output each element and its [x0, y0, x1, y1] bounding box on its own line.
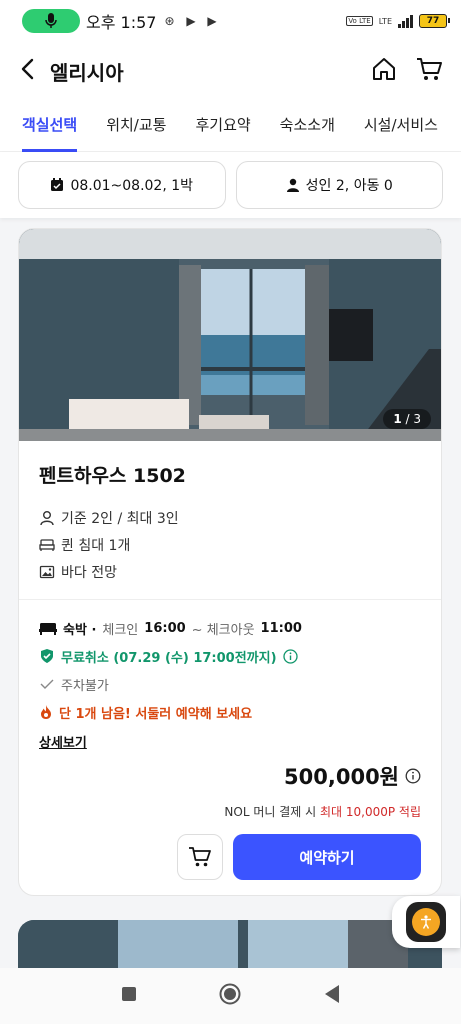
card-actions: 예약하기 — [39, 834, 421, 880]
home-nav-icon[interactable] — [218, 982, 242, 1010]
image-icon — [39, 565, 55, 578]
app-header: 엘리시아 — [0, 42, 461, 100]
battery-icon: 77 — [419, 14, 450, 28]
points-highlight: 최대 10,000P 적립 — [319, 805, 421, 819]
checkout-time: 11:00 — [260, 620, 302, 636]
fire-icon — [41, 705, 51, 719]
free-cancel-text: 무료취소 (07.29 (수) 17:00전까지) — [61, 650, 277, 666]
room-photo[interactable]: 1 / 3 — [19, 229, 441, 441]
points-prefix: NOL 머니 결제 시 — [224, 805, 317, 819]
feature-label: 퀸 침대 1개 — [61, 537, 131, 554]
parking-text: 주차불가 — [61, 678, 109, 694]
booking-section: 숙박 · 체크인 16:00 ~ 체크아웃 11:00 무료취소 (07.29 … — [19, 600, 441, 894]
tab-location[interactable]: 위치/교통 — [106, 100, 166, 152]
bed-icon — [39, 623, 57, 635]
cart-icon[interactable] — [415, 56, 443, 86]
checkout-label: ~ 체크아웃 — [191, 622, 255, 638]
urgency-line: 단 1개 남음! 서둘러 예약해 보세요 — [39, 698, 421, 726]
add-to-cart-button[interactable] — [177, 834, 223, 880]
volte-icon: Vo LTE — [346, 16, 373, 26]
notification-icons: ⊛ ▶ ▶ — [164, 14, 221, 28]
stay-type: 숙박 · — [63, 622, 97, 638]
status-time: 오후 1:57 — [86, 13, 157, 32]
check-icon — [40, 679, 54, 689]
urgency-text: 단 1개 남음! 서둘러 예약해 보세요 — [59, 706, 253, 722]
points-info: NOL 머니 결제 시 최대 10,000P 적립 — [39, 803, 421, 820]
tab-facilities[interactable]: 시설/서비스 — [364, 100, 438, 152]
lte-label: LTE — [378, 16, 392, 26]
info-icon[interactable] — [282, 648, 298, 664]
accessibility-button[interactable] — [392, 896, 460, 948]
date-filter-label: 08.01~08.02, 1박 — [70, 178, 194, 194]
tab-review-summary[interactable]: 후기요약 — [195, 100, 250, 152]
info-icon[interactable] — [405, 768, 421, 784]
checkin-label: 체크인 — [102, 622, 139, 638]
guest-filter-label: 성인 2, 아동 0 — [305, 178, 393, 194]
calendar-icon — [51, 178, 64, 191]
tab-room-select[interactable]: 객실선택 — [22, 100, 78, 152]
home-icon[interactable] — [371, 56, 397, 86]
feature-bed: 퀸 침대 1개 — [39, 531, 421, 558]
tab-property-intro[interactable]: 숙소소개 — [280, 100, 335, 152]
date-filter-button[interactable]: 08.01~08.02, 1박 — [18, 161, 226, 209]
room-info: 펜트하우스 1502 기준 2인 / 최대 3인 퀸 침대 1개 바다 전망 — [19, 441, 441, 600]
room-card: 1 / 3 펜트하우스 1502 기준 2인 / 최대 3인 퀸 침대 1개 바… — [18, 228, 442, 896]
recents-icon[interactable] — [121, 986, 137, 1006]
signal-icon — [398, 14, 413, 28]
system-nav-bar — [0, 968, 461, 1024]
price-row: 500,000원 — [39, 761, 421, 791]
search-filters: 08.01~08.02, 1박 성인 2, 아동 0 — [0, 152, 461, 218]
section-tabs: 객실선택 위치/교통 후기요약 숙소소개 시설/서비스 — [0, 100, 461, 152]
mic-icon — [22, 9, 80, 33]
status-bar: 오후 1:57 ⊛ ▶ ▶ Vo LTE LTE 77 — [0, 0, 461, 42]
person-icon — [286, 178, 299, 192]
feature-capacity: 기준 2인 / 최대 3인 — [39, 504, 421, 531]
bed-icon — [39, 538, 55, 551]
free-cancel-line: 무료취소 (07.29 (수) 17:00전까지) — [39, 642, 421, 670]
checkin-checkout-line: 숙박 · 체크인 16:00 ~ 체크아웃 11:00 — [39, 614, 421, 642]
image-counter: 1 / 3 — [383, 409, 431, 429]
accessibility-icon — [412, 908, 440, 936]
page-title: 엘리시아 — [50, 60, 124, 85]
detail-link[interactable]: 상세보기 — [39, 732, 87, 751]
price: 500,000원 — [284, 765, 399, 789]
room-name: 펜트하우스 1502 — [39, 465, 186, 487]
cart-icon — [189, 847, 211, 867]
parking-line: 주차불가 — [39, 670, 421, 698]
back-nav-icon[interactable] — [323, 984, 341, 1008]
back-arrow-icon[interactable] — [18, 57, 38, 85]
reserve-button[interactable]: 예약하기 — [233, 834, 421, 880]
feature-label: 기준 2인 / 최대 3인 — [61, 510, 179, 527]
feature-label: 바다 전망 — [61, 564, 117, 581]
feature-view: 바다 전망 — [39, 558, 421, 585]
person-outline-icon — [40, 510, 54, 525]
guest-filter-button[interactable]: 성인 2, 아동 0 — [235, 161, 443, 209]
shield-check-icon — [41, 649, 53, 663]
checkin-time: 16:00 — [144, 620, 186, 636]
